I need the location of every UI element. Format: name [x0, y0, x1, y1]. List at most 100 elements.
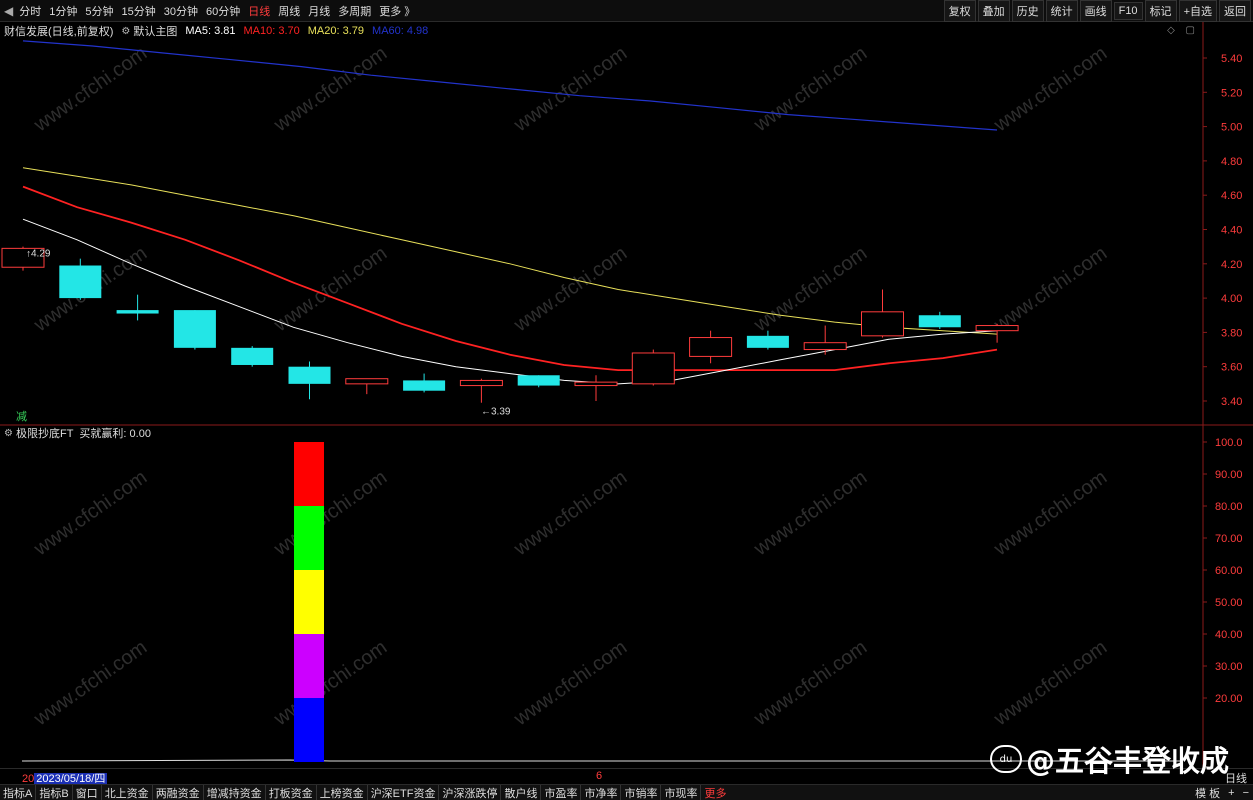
- value-tick-label: 70.00: [1215, 533, 1243, 545]
- watermark-text: www.cfchi.com: [269, 636, 391, 730]
- date-tick: 6: [596, 770, 603, 782]
- candle-body: [574, 381, 618, 387]
- price-tick-label: 3.40: [1221, 396, 1242, 408]
- toolbar-buttons: 复权 叠加 历史 统计 画线 F10 标记 +自选 返回: [942, 0, 1251, 22]
- toolbar-button[interactable]: 画线: [1079, 0, 1112, 22]
- price-tick-label: 3.80: [1221, 327, 1242, 339]
- watermark-text: www.cfchi.com: [509, 466, 631, 560]
- candle-body: [803, 342, 847, 351]
- candle: [918, 311, 961, 329]
- period-tab[interactable]: 1分钟: [49, 3, 77, 19]
- indicator-chart[interactable]: www.cfchi.com www.cfchi.com www.cfchi.com w…: [0, 426, 1253, 768]
- price-tick-label: 5.00: [1221, 122, 1242, 134]
- period-tab[interactable]: 日线: [248, 3, 270, 19]
- bottom-tab[interactable]: 沪深涨跌停: [439, 784, 502, 800]
- watermark-text: www.cfchi.com: [29, 636, 151, 730]
- indicator-bar-segment: [294, 442, 324, 506]
- toolbar-button[interactable]: 叠加: [977, 0, 1010, 22]
- watermark-text: www.cfchi.com: [509, 242, 631, 336]
- bottom-tab[interactable]: 打板资金: [266, 784, 317, 800]
- period-tab[interactable]: 15分钟: [121, 3, 155, 19]
- period-tab[interactable]: 周线: [278, 3, 300, 19]
- candle: [345, 378, 389, 395]
- plus-icon[interactable]: +: [1228, 787, 1234, 799]
- back-arrow-icon[interactable]: ◀: [4, 4, 13, 18]
- candle: [746, 330, 789, 350]
- value-tick-label: 30.00: [1215, 661, 1243, 673]
- period-tab[interactable]: 月线: [308, 3, 330, 19]
- candle: [173, 310, 216, 350]
- candlestick-chart[interactable]: www.cfchi.com www.cfchi.com www.cfchi.com w…: [0, 22, 1253, 426]
- toolbar-button[interactable]: 统计: [1045, 0, 1078, 22]
- toolbar-button[interactable]: 历史: [1011, 0, 1044, 22]
- watermark-text: www.cfchi.com: [749, 636, 871, 730]
- toolbar-button[interactable]: 标记: [1144, 0, 1177, 22]
- candle-body: [861, 311, 904, 337]
- ma20-value: MA20: 3.79: [307, 25, 365, 37]
- watermark-text: www.cfchi.com: [269, 242, 391, 336]
- bottom-tab[interactable]: 指标B: [36, 784, 73, 800]
- bottom-tab[interactable]: 北上资金: [102, 784, 153, 800]
- window-icon[interactable]: ▢: [1186, 25, 1195, 36]
- low-label: ←3.39: [481, 407, 511, 418]
- toolbar-button[interactable]: +自选: [1178, 0, 1217, 22]
- bottom-tab[interactable]: 市销率: [621, 784, 662, 800]
- main-legend: 财信发展(日线,前复权) ⚙ 默认主图 MA5: 3.81 MA10: 3.70…: [4, 24, 436, 38]
- toolbar-button[interactable]: 复权: [943, 0, 976, 22]
- candle-body: [918, 315, 961, 328]
- gear-icon[interactable]: ⚙: [121, 26, 130, 37]
- indicator-panel[interactable]: www.cfchi.com www.cfchi.com www.cfchi.com w…: [0, 426, 1253, 768]
- bottom-tab[interactable]: 市净率: [581, 784, 622, 800]
- bottom-tab[interactable]: 散户线: [501, 784, 542, 800]
- value-tick-label: 20.00: [1215, 693, 1243, 705]
- ma5-line: [22, 218, 998, 385]
- bottom-tab[interactable]: 增减持资金: [204, 784, 266, 800]
- bottom-tab[interactable]: 更多: [701, 785, 729, 800]
- gear-icon[interactable]: ⚙: [4, 428, 13, 439]
- bottom-tab[interactable]: 窗口: [73, 784, 102, 800]
- toolbar-button[interactable]: 返回: [1219, 0, 1251, 22]
- diamond-icon[interactable]: ◇: [1167, 25, 1175, 36]
- logo-icon: du: [989, 745, 1022, 773]
- watermark-text: www.cfchi.com: [989, 466, 1111, 560]
- price-tick-label: 4.00: [1221, 293, 1242, 305]
- signal-label: 减: [16, 410, 27, 423]
- candle-body: [173, 310, 216, 348]
- main-chart-panel[interactable]: www.cfchi.com www.cfchi.com www.cfchi.com w…: [0, 22, 1253, 426]
- source-watermark: du @五谷丰登收成: [989, 738, 1229, 780]
- indicator-title[interactable]: 极限抄底FT: [16, 425, 73, 441]
- candle: [116, 294, 159, 321]
- template-button[interactable]: 模 板: [1195, 785, 1220, 800]
- indicator-label: 买就赢利: 0.00: [79, 428, 151, 440]
- watermark-text: www.cfchi.com: [749, 466, 871, 560]
- candle: [631, 349, 675, 386]
- candle-body: [746, 335, 789, 348]
- panel-icons: ◇ ▢: [1159, 25, 1195, 36]
- bottom-tab[interactable]: 市盈率: [541, 784, 582, 800]
- period-tab[interactable]: 60分钟: [206, 3, 240, 19]
- bottom-tab[interactable]: 指标A: [0, 784, 37, 800]
- value-tick-label: 40.00: [1215, 629, 1243, 641]
- indicator-bar-segment: [294, 570, 324, 634]
- value-tick-label: 100.0: [1215, 437, 1243, 449]
- candle: [689, 330, 733, 364]
- ma5-value: MA5: 3.81: [185, 25, 236, 37]
- watermark-text: www.cfchi.com: [509, 42, 631, 136]
- period-tab[interactable]: 多周期: [338, 3, 371, 19]
- period-tab[interactable]: 更多 》: [379, 3, 415, 19]
- bottom-tab[interactable]: 市现率: [661, 784, 702, 800]
- period-tab[interactable]: 30分钟: [164, 3, 198, 19]
- watermark-text: www.cfchi.com: [509, 636, 631, 730]
- minus-icon[interactable]: −: [1243, 787, 1249, 799]
- bottom-tab[interactable]: 上榜资金: [317, 784, 368, 800]
- candle-body: [975, 325, 1019, 332]
- price-tick-label: 4.60: [1221, 190, 1242, 202]
- period-tab[interactable]: 5分钟: [85, 3, 113, 19]
- bottom-tab[interactable]: 沪深ETF资金: [368, 784, 440, 800]
- bottom-tab[interactable]: 两融资金: [153, 784, 204, 800]
- watermark-text: www.cfchi.com: [269, 466, 391, 560]
- ma10-line: [22, 185, 998, 372]
- template-name[interactable]: 默认主图: [133, 23, 177, 39]
- toolbar-button[interactable]: F10: [1113, 2, 1143, 20]
- period-tab[interactable]: 分时: [19, 3, 41, 19]
